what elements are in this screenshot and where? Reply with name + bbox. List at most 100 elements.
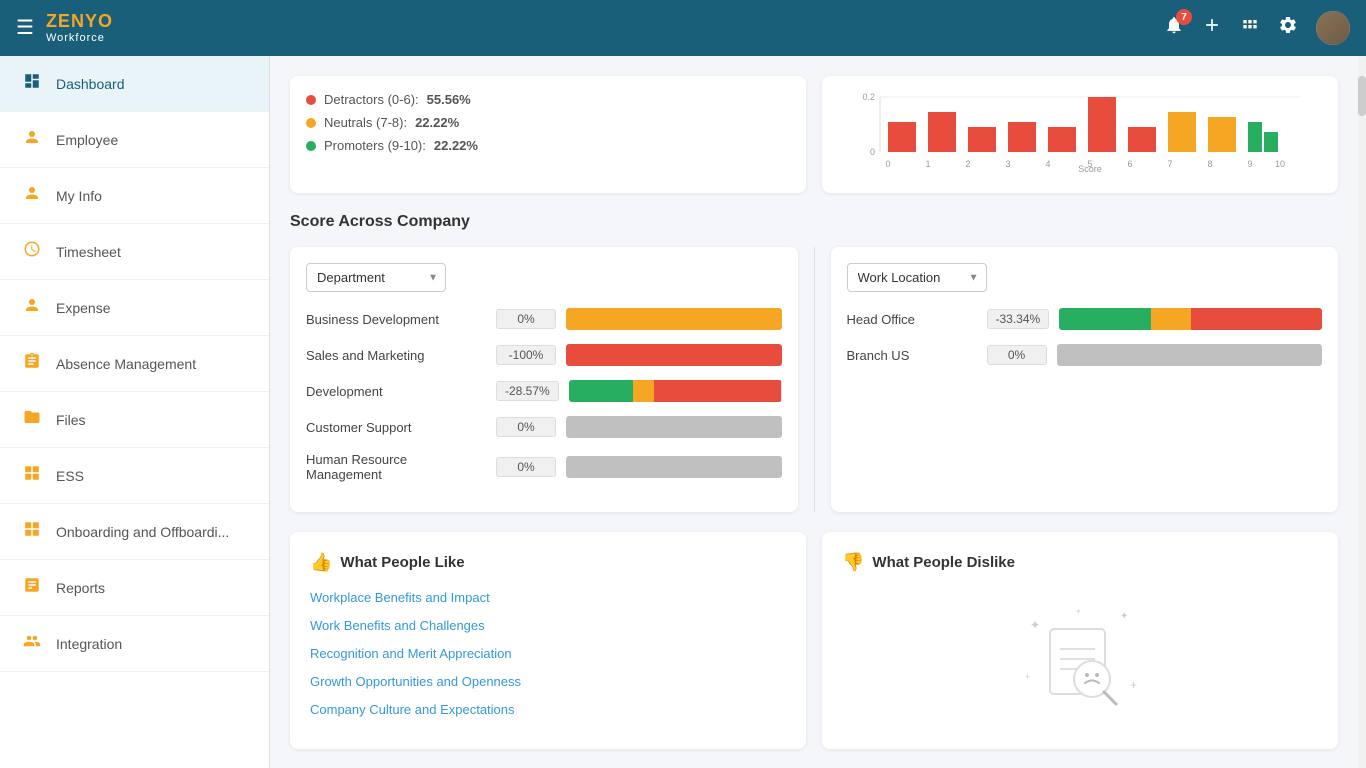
svg-text:8: 8 [1207,159,1212,169]
bar-pct-sales: -100% [496,345,556,365]
promoters-value: 22.22% [434,138,478,153]
like-link-3[interactable]: Growth Opportunities and Openness [310,674,521,689]
sidebar-item-employee[interactable]: Employee [0,112,269,168]
sidebar: Dashboard Employee My Info Timesheet [0,56,270,768]
sidebar-item-absence-label: Absence Management [56,356,196,372]
nav-right: 7 [1164,11,1350,45]
svg-text:✦: ✦ [1030,618,1040,632]
neutrals-dot [306,118,316,128]
what-people-dislike-title: 👎 What People Dislike [842,552,1318,573]
bar-fill-branch-us [1057,344,1323,366]
dept-dropdown-row: Department ▼ [306,263,782,292]
sidebar-item-reports-label: Reports [56,580,105,596]
svg-text:3: 3 [1005,159,1010,169]
bar-label-branch-us: Branch US [847,348,977,363]
svg-text:10: 10 [1275,159,1285,169]
bar-multi-head-office [1059,308,1322,330]
svg-text:9: 9 [1247,159,1252,169]
sidebar-item-expense-label: Expense [56,300,110,316]
sidebar-item-expense[interactable]: Expense [0,280,269,336]
sidebar-item-ess[interactable]: ESS [0,448,269,504]
sidebar-item-reports[interactable]: Reports [0,560,269,616]
bar-pct-biz-dev: 0% [496,309,556,329]
dislike-empty-state: ✦ ✦ + + ✦ [842,589,1318,729]
like-item-3: Growth Opportunities and Openness [310,673,786,691]
svg-text:0.2: 0.2 [862,92,875,102]
bar-fill-biz-dev [566,308,782,330]
notification-bell[interactable]: 7 [1164,15,1184,41]
sidebar-item-files[interactable]: Files [0,392,269,448]
bar-row-biz-dev: Business Development 0% [306,308,782,330]
user-avatar[interactable] [1316,11,1350,45]
top-cards-row: Detractors (0-6): 55.56% Neutrals (7-8):… [290,76,1338,193]
sidebar-item-dashboard[interactable]: Dashboard [0,56,269,112]
what-people-like-card: 👍 What People Like Workplace Benefits an… [290,532,806,749]
dept-dropdown[interactable]: Department [306,263,446,292]
bar-orange-head-office [1151,308,1190,330]
notification-badge: 7 [1176,9,1192,25]
bar-row-head-office: Head Office -33.34% [847,308,1323,330]
scrollbar-thumb[interactable] [1358,76,1366,116]
like-link-0[interactable]: Workplace Benefits and Impact [310,590,490,605]
svg-text:✦: ✦ [1075,607,1082,616]
score-section-wrapper: Score Across Company Department ▼ [290,213,1338,512]
sidebar-item-integration[interactable]: Integration [0,616,269,672]
sidebar-item-myinfo-label: My Info [56,188,102,204]
what-people-dislike-card: 👎 What People Dislike ✦ ✦ + + ✦ [822,532,1338,749]
detractors-value: 55.56% [427,92,471,107]
sidebar-item-myinfo[interactable]: My Info [0,168,269,224]
bar-pct-head-office: -33.34% [987,309,1050,329]
sidebar-item-dashboard-label: Dashboard [56,76,125,92]
bar-container-cs [566,416,782,438]
bar-pct-branch-us: 0% [987,345,1047,365]
loc-dropdown[interactable]: Work Location [847,263,987,292]
score-panel-divider [814,247,815,512]
promoters-row: Promoters (9-10): 22.22% [306,138,790,153]
like-link-4[interactable]: Company Culture and Expectations [310,702,515,717]
bar-pct-hrm: 0% [496,457,556,477]
bar-container-head-office [1059,308,1322,330]
settings-icon[interactable] [1278,15,1298,41]
dashboard-icon [20,72,44,95]
bar-label-biz-dev: Business Development [306,312,486,327]
add-button[interactable] [1202,15,1222,41]
svg-text:0: 0 [870,147,875,157]
sidebar-item-employee-label: Employee [56,132,118,148]
sidebar-item-onboarding[interactable]: Onboarding and Offboardi... [0,504,269,560]
what-people-like-title: 👍 What People Like [310,552,786,573]
sidebar-item-timesheet[interactable]: Timesheet [0,224,269,280]
bar-label-head-office: Head Office [847,312,977,327]
loc-dropdown-row: Work Location ▼ [847,263,1323,292]
thumbs-up-icon: 👍 [310,552,332,573]
what-people-like-label: What People Like [340,554,464,571]
bar-red-dev [654,380,782,402]
hamburger-menu[interactable]: ☰ [16,15,34,40]
detractors-dot [306,95,316,105]
bar-fill-hrm [566,456,782,478]
sidebar-item-onboarding-label: Onboarding and Offboardi... [56,524,229,540]
bar-container-dev [569,380,782,402]
logo-zenyo-text: ZENYO [46,12,113,32]
bar-label-hrm: Human Resource Management [306,452,486,482]
onboarding-icon [20,520,44,543]
sidebar-item-files-label: Files [56,412,86,428]
svg-text:+: + [1130,678,1137,692]
right-scrollbar[interactable] [1358,56,1366,768]
timesheet-icon [20,240,44,263]
svg-text:0: 0 [885,159,890,169]
sidebar-item-absence[interactable]: Absence Management [0,336,269,392]
detractors-label: Detractors (0-6): [324,92,419,107]
files-icon [20,408,44,431]
like-link-2[interactable]: Recognition and Merit Appreciation [310,646,512,661]
loc-dropdown-wrapper: Work Location ▼ [847,263,987,292]
expense-icon [20,296,44,319]
bar-container-branch-us [1057,344,1323,366]
svg-text:1: 1 [925,159,930,169]
bar-label-dev: Development [306,384,486,399]
grid-icon[interactable] [1240,15,1260,41]
bar-pct-cs: 0% [496,417,556,437]
employee-icon [20,128,44,151]
bar-container-hrm [566,456,782,478]
bar-multi-dev [569,380,782,402]
like-link-1[interactable]: Work Benefits and Challenges [310,618,485,633]
